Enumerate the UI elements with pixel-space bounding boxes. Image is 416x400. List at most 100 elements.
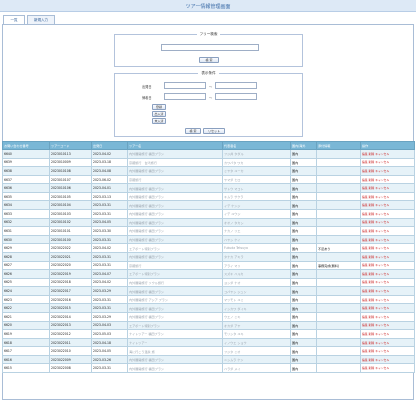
end-date-to-input[interactable] — [215, 93, 257, 100]
end-date-from-input[interactable] — [164, 93, 206, 100]
delete-link[interactable]: 削除 — [369, 160, 375, 164]
table-row[interactable]: 6623 2023022016 2023-03-31 内外展開旅行 アジア プラン マツ… — [2, 294, 415, 305]
table-row[interactable]: 6630 2023010100 2023-03-31 内外展開旅行 福田プラン ハヤシ … — [2, 234, 415, 245]
edit-link[interactable]: 編集 — [362, 323, 368, 327]
edit-link[interactable]: 編集 — [362, 332, 368, 336]
edit-link[interactable]: 編集 — [362, 349, 368, 353]
delete-link[interactable]: 削除 — [369, 315, 375, 319]
delete-link[interactable]: 削除 — [369, 169, 375, 173]
table-row[interactable]: 6637 2023010107 2023-06-02 京都旅行 ヤマダ ヒロ 国内 編集削除… — [2, 174, 415, 185]
edit-link[interactable]: 編集 — [362, 203, 368, 207]
cancel-link[interactable]: キャンセル — [375, 229, 389, 233]
cancel-link[interactable]: キャンセル — [375, 298, 389, 302]
tab-new-entry[interactable]: 新規入力 — [27, 15, 55, 24]
table-row[interactable]: 6635 2023010105 2023-03-13 内外展開旅行 福田プラン キムラ … — [2, 191, 415, 202]
edit-link[interactable]: 編集 — [362, 178, 368, 182]
edit-link[interactable]: 編集 — [362, 169, 368, 173]
delete-link[interactable]: 削除 — [369, 238, 375, 242]
delete-link[interactable]: 削除 — [369, 263, 375, 267]
table-row[interactable]: 6619 2023022012 2023-05-03 ナイトツアー 福田プラン モリシタ… — [2, 329, 415, 339]
cancel-link[interactable]: キャンセル — [375, 306, 389, 310]
cancel-link[interactable]: キャンセル — [375, 186, 389, 190]
table-row[interactable]: 6638 2023010108 2023-04-08 内外展開旅行 福田プラン ミヤタ … — [2, 166, 415, 176]
table-row[interactable]: 6622 2023022015 2023-03-31 内外展開旅行 福田プラン イシカワ… — [2, 303, 415, 313]
cancel-link[interactable]: キャンセル — [375, 263, 389, 267]
column-header[interactable]: 添付情報 — [316, 141, 361, 150]
delete-link[interactable]: 削除 — [369, 212, 375, 216]
table-row[interactable]: 6633 2023010103 2023-03-31 内外展開旅行 福田プラン イデ ユ… — [2, 209, 415, 219]
table-row[interactable]: 6618 2023022011 2023-04-18 ナイトツアー イノウエ ショウ 国内… — [2, 337, 415, 348]
delete-link[interactable]: 削除 — [369, 289, 375, 293]
edit-link[interactable]: 編集 — [362, 229, 368, 233]
delete-link[interactable]: 削除 — [369, 332, 375, 336]
cancel-link[interactable]: キャンセル — [375, 272, 389, 276]
edit-link[interactable]: 編集 — [362, 315, 368, 319]
delete-link[interactable]: 削除 — [369, 203, 375, 207]
edit-link[interactable]: 編集 — [362, 212, 368, 216]
delete-link[interactable]: 削除 — [369, 306, 375, 310]
delete-link[interactable]: 削除 — [369, 323, 375, 327]
cancel-link[interactable]: キャンセル — [375, 212, 389, 216]
edit-link[interactable]: 編集 — [362, 195, 368, 199]
edit-link[interactable]: 編集 — [362, 358, 368, 362]
start-date-from-input[interactable] — [164, 82, 206, 89]
column-header[interactable]: 代表者名 — [222, 141, 291, 150]
delete-link[interactable]: 削除 — [369, 349, 375, 353]
cancel-link[interactable]: キャンセル — [375, 220, 389, 224]
cancel-link[interactable]: キャンセル — [375, 255, 389, 259]
cancel-link[interactable]: キャンセル — [375, 315, 389, 319]
start-date-to-input[interactable] — [215, 82, 257, 89]
column-header[interactable]: 出発日 — [91, 141, 128, 150]
cancel-link[interactable]: キャンセル — [375, 358, 389, 362]
cancel-link[interactable]: キャンセル — [375, 160, 389, 164]
delete-link[interactable]: 削除 — [369, 220, 375, 224]
delete-link[interactable]: 削除 — [369, 298, 375, 302]
edit-link[interactable]: 編集 — [362, 246, 368, 250]
table-row[interactable]: 6620 2023022013 2023-04-03 エアポート特別プラン オカダ アヤ… — [2, 320, 415, 331]
filter-pending-button[interactable]: 未入済 — [152, 118, 166, 124]
delete-link[interactable]: 削除 — [369, 280, 375, 284]
cancel-link[interactable]: キャンセル — [375, 178, 389, 182]
edit-link[interactable]: 編集 — [362, 152, 368, 156]
edit-link[interactable]: 編集 — [362, 263, 368, 267]
cancel-link[interactable]: キャンセル — [375, 152, 389, 156]
table-row[interactable]: 6625 2023022018 2023-04-02 内外展開旅行 ソウル旅行 ヨシダ … — [2, 277, 415, 288]
cancel-link[interactable]: キャンセル — [375, 246, 389, 250]
table-row[interactable]: 6621 2023022014 2023-03-29 内外展開旅行 福田プラン ウエノ … — [2, 312, 415, 322]
table-row[interactable]: 6615 2023022008 2023-03-31 内外展開旅行 福田プラン ハラダ … — [2, 363, 415, 374]
cancel-link[interactable]: キャンセル — [375, 323, 389, 327]
delete-link[interactable]: 削除 — [369, 195, 375, 199]
cancel-link[interactable]: キャンセル — [375, 332, 389, 336]
table-row[interactable]: 6636 2023010106 2023-04-01 内外展開旅行 福田プラン サトウ … — [2, 183, 415, 193]
table-row[interactable]: 6634 2023010104 2023-03-31 内外展開旅行 福田プラン イデ ケ… — [2, 200, 415, 211]
edit-link[interactable]: 編集 — [362, 255, 368, 259]
table-row[interactable]: 6624 2023022017 2023-03-29 内外展開旅行 福田プラン コバヤシ… — [2, 286, 415, 296]
table-row[interactable]: 6629 2023022022 2023-04-02 エアポート特別プラン Fukuda… — [2, 243, 415, 253]
edit-link[interactable]: 編集 — [362, 220, 368, 224]
delete-link[interactable]: 削除 — [369, 186, 375, 190]
cancel-link[interactable]: キャンセル — [375, 289, 389, 293]
edit-link[interactable]: 編集 — [362, 306, 368, 310]
filter-reset-button[interactable]: リセット — [203, 128, 225, 134]
edit-link[interactable]: 編集 — [362, 238, 368, 242]
cancel-link[interactable]: キャンセル — [375, 195, 389, 199]
cancel-link[interactable]: キャンセル — [375, 238, 389, 242]
filter-registered-button[interactable]: 登録 — [152, 104, 166, 110]
delete-link[interactable]: 削除 — [369, 178, 375, 182]
edit-link[interactable]: 編集 — [362, 366, 368, 370]
table-row[interactable]: 6617 2023022010 2023-04-05 海に行こう温泉 旅フジタ ミオ国… — [2, 346, 415, 356]
column-header[interactable]: ツアーコード — [49, 141, 92, 150]
cancel-link[interactable]: キャンセル — [375, 341, 389, 345]
cancel-link[interactable]: キャンセル — [375, 280, 389, 284]
delete-link[interactable]: 削除 — [369, 152, 375, 156]
column-header[interactable]: 国内/海外 — [290, 141, 317, 150]
table-row[interactable]: 6627 2023022020 2023-03-31 京都旅行 アライ マリ 国内 事務完成… — [2, 260, 415, 271]
delete-link[interactable]: 削除 — [369, 229, 375, 233]
table-row[interactable]: 6616 2023022009 2023-03-26 内外展開旅行 福田プラン ニシムラ… — [2, 354, 415, 365]
filter-search-button[interactable]: 検 索 — [185, 128, 201, 134]
edit-link[interactable]: 編集 — [362, 186, 368, 190]
filter-done-button[interactable]: 出入済 — [152, 111, 166, 117]
table-row[interactable]: 6631 2023010101 2023-03-30 内外展開旅行 福田プラン ナカノ … — [2, 226, 415, 236]
table-row[interactable]: 6639 2023010009 2023-03-18 京都旅行 台湾旅行 カワバタ ワカ… — [2, 157, 415, 168]
delete-link[interactable]: 削除 — [369, 358, 375, 362]
